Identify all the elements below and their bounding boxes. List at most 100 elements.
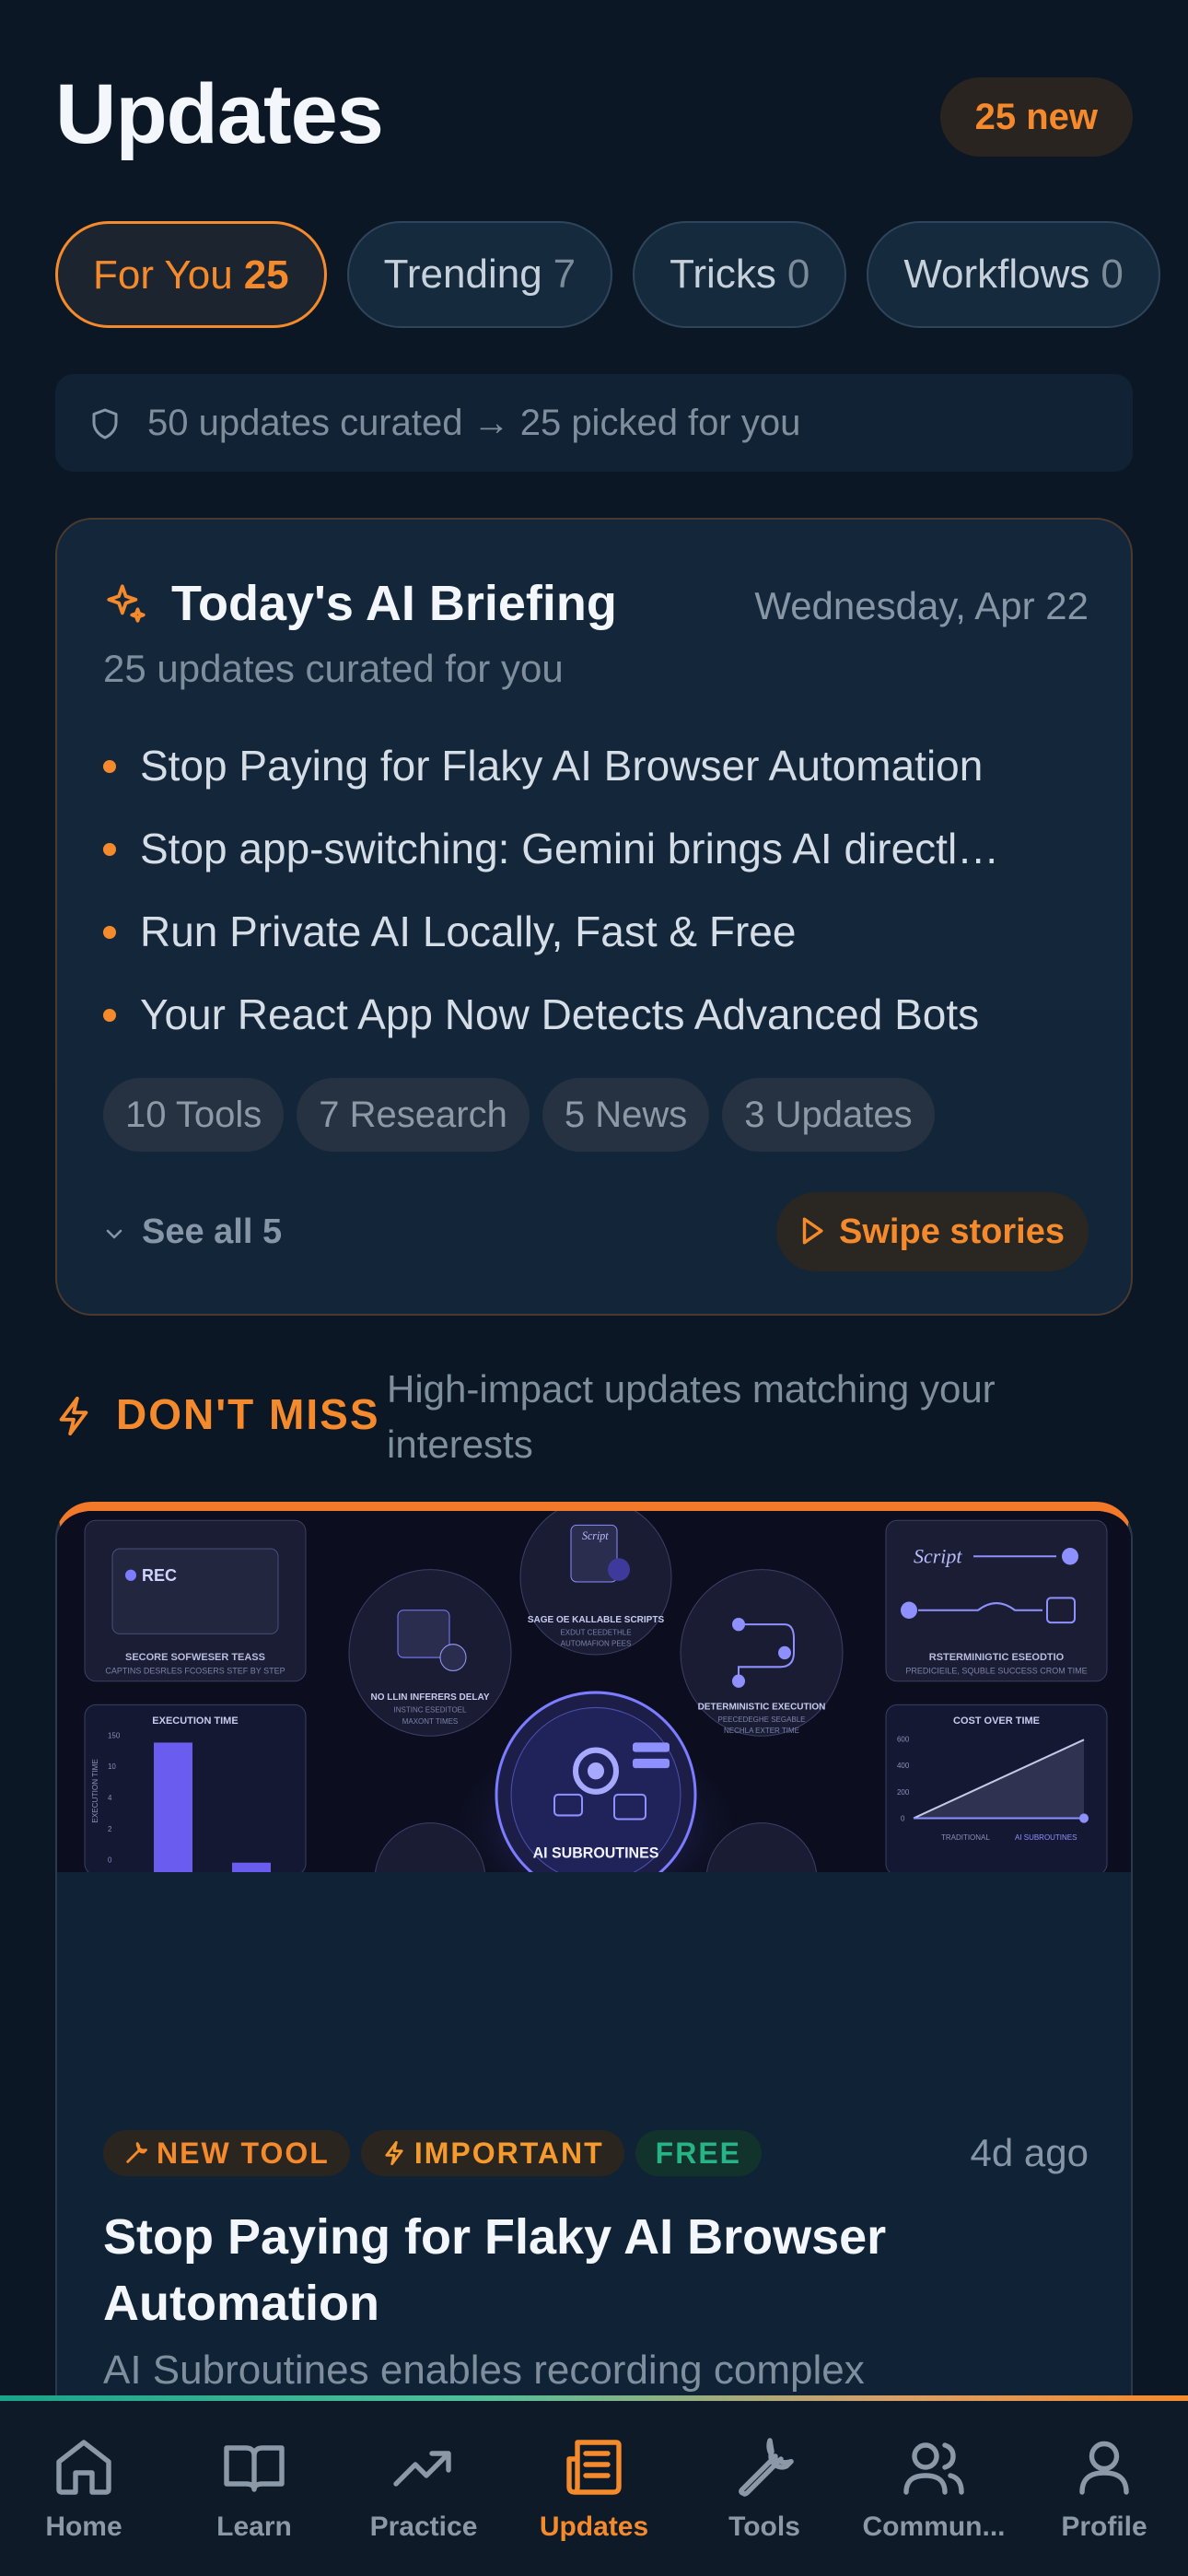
dont-miss-title: DON'T MISS [116,1390,380,1438]
tab-for-you[interactable]: For You 25 [55,221,327,328]
briefing-item[interactable]: Your React App Now Detects Advanced Bots [103,973,1089,1056]
briefing-item[interactable]: Stop app-switching: Gemini brings AI dir… [103,807,1089,890]
y-tick: 600 [897,1735,910,1743]
nav-home[interactable]: Home [6,2434,162,2543]
mid-left-sub: INSTINC ESEDITOEL [394,1705,467,1714]
tab-label: For You [93,252,233,298]
briefing-item[interactable]: Stop Paying for Flaky AI Browser Automat… [103,724,1089,807]
chip-research[interactable]: 7 Research [297,1078,530,1152]
new-updates-badge[interactable]: 25 new [939,77,1133,157]
bolt-icon [59,1396,88,1436]
mid-left-sub-2: MAXONT TIMES [402,1717,459,1726]
briefing-item[interactable]: Run Private AI Locally, Fast & Free [103,890,1089,973]
execution-time-axis-label: EXECUTION TIME [91,1758,99,1822]
bolt-icon [385,2140,403,2165]
updates-screen: Updates 25 new For You 25 Trending 7 Tricks 0… [0,0,1188,2576]
nav-practice[interactable]: Practice [345,2434,502,2543]
tab-tricks[interactable]: Tricks 0 [633,221,847,328]
briefing-header: Today's AI Briefing Wednesday, Apr 22 [103,568,1089,641]
tag-row: NEW TOOL IMPORTANT FREE [103,2130,773,2182]
briefing-subtitle: 25 updates curated for you [103,647,564,690]
tab-label: Trending [383,252,542,297]
tab-count: 0 [1101,252,1124,297]
left-top-sub: CAPTINS DESRLES FCOSERS STEF BY STEP [105,1666,285,1675]
free-tag: FREE [635,2130,763,2176]
top-center-script: Script [582,1529,609,1542]
curation-info-text: 50 updates curated → 25 picked for you [147,403,801,443]
see-all-label: See all 5 [142,1212,283,1251]
nav-label: Practice [369,2512,478,2542]
briefing-date: Wednesday, Apr 22 [754,584,1089,627]
featured-description: AI Subroutines enables recording complex [103,2348,865,2393]
featured-title[interactable]: Stop Paying for Flaky AI Browser Automat… [103,2204,1089,2336]
page-header: Updates 25 new [55,66,1133,177]
briefing-footer: See all 5 Swipe stories [103,1192,1089,1271]
nav-label: Learn [216,2512,292,2542]
top-center-caption: SAGE OE KALLABLE SCRIPTS [528,1615,664,1625]
y-tick: 10 [108,1762,116,1771]
chip-tools[interactable]: 10 Tools [103,1078,285,1152]
shield-icon [92,408,118,439]
briefing-title: Today's AI Briefing [171,576,617,631]
wrench-icon [739,2438,794,2497]
tab-workflows[interactable]: Workflows 0 [867,221,1160,328]
category-chips: 10 Tools 7 Research 5 News 3 Updates [103,1078,948,1152]
nav-updates[interactable]: Updates [516,2434,672,2543]
user-icon [1079,2441,1129,2495]
mid-right-caption: DETERMINISTIC EXECUTION [698,1702,826,1712]
right-top-sub: PREDICIEILE, SQUBLE SUCCESS CROM TIME [905,1666,1087,1675]
nav-label: Commun... [862,2512,1006,2542]
briefing-list: Stop Paying for Flaky AI Browser Automat… [103,724,1089,1056]
y-tick: 400 [897,1762,910,1770]
important-tag: IMPORTANT [360,2130,624,2176]
wrench-icon [126,2141,147,2163]
new-tool-label: NEW TOOL [157,2137,330,2170]
chevron-down-icon [106,1229,122,1239]
y-tick: 0 [901,1814,905,1822]
y-tick: 0 [108,1856,112,1865]
dont-miss-subtitle: High-impact updates matching your intere… [387,1367,996,1466]
play-icon [802,1217,823,1245]
ai-briefing-card[interactable]: Today's AI Briefing Wednesday, Apr 22 25… [55,518,1133,1316]
right-top-script: Script [914,1544,962,1567]
nav-learn[interactable]: Learn [176,2434,332,2543]
tab-label: Workflows [903,252,1090,297]
dont-miss-section-header: DON'T MISS High-impact updates matching … [55,1358,1133,1478]
execution-time-label: EXECUTION TIME [152,1715,238,1727]
post-age: 4d ago [970,2131,1089,2174]
y-tick: 2 [108,1825,112,1833]
swipe-stories-label: Swipe stories [839,1212,1065,1251]
home-icon [56,2440,111,2495]
y-tick: 200 [897,1788,910,1797]
swipe-stories-button[interactable]: Swipe stories [776,1192,1089,1271]
mid-left-caption: NO LLIN INFERERS DELAY [370,1692,489,1703]
nav-tools[interactable]: Tools [686,2434,843,2543]
tab-count: 0 [786,252,810,297]
important-label: IMPORTANT [413,2137,604,2170]
nav-profile[interactable]: Profile [1026,2434,1182,2543]
nav-label: Tools [728,2512,800,2542]
nav-community[interactable]: Commun... [856,2434,1012,2543]
curation-info-strip: 50 updates curated → 25 picked for you [55,374,1133,472]
mid-right-sub-2: NECHLA EXTER TIME [724,1727,800,1735]
sparkles-icon [107,584,146,623]
new-tool-tag: NEW TOOL [103,2130,350,2176]
nav-label: Updates [539,2512,649,2542]
tab-count: 25 [243,252,289,298]
tab-trending[interactable]: Trending 7 [346,221,613,328]
chip-updates[interactable]: 3 Updates [722,1078,935,1152]
left-top-caption: SECORE SOFWESER TEASS [125,1652,265,1663]
book-icon [224,2445,285,2492]
bottom-nav: Home Learn Practice Updates Tools Commun… [0,2401,1188,2576]
nav-label: Profile [1061,2512,1147,2542]
newspaper-icon [566,2440,622,2495]
filter-tabs: For You 25 Trending 7 Tricks 0 Workflows 0 [55,221,1188,330]
chip-news[interactable]: 5 News [542,1078,710,1152]
mid-right-sub: PEECEDEGHE SEGABLE [717,1715,806,1724]
users-icon [903,2442,964,2495]
top-center-sub: EXDUT CEEDETHLE [560,1628,632,1636]
nav-label: Home [45,2512,122,2542]
see-all-button[interactable]: See all 5 [103,1212,282,1252]
tab-label: Tricks [670,252,776,297]
rec-label: REC [142,1565,177,1585]
